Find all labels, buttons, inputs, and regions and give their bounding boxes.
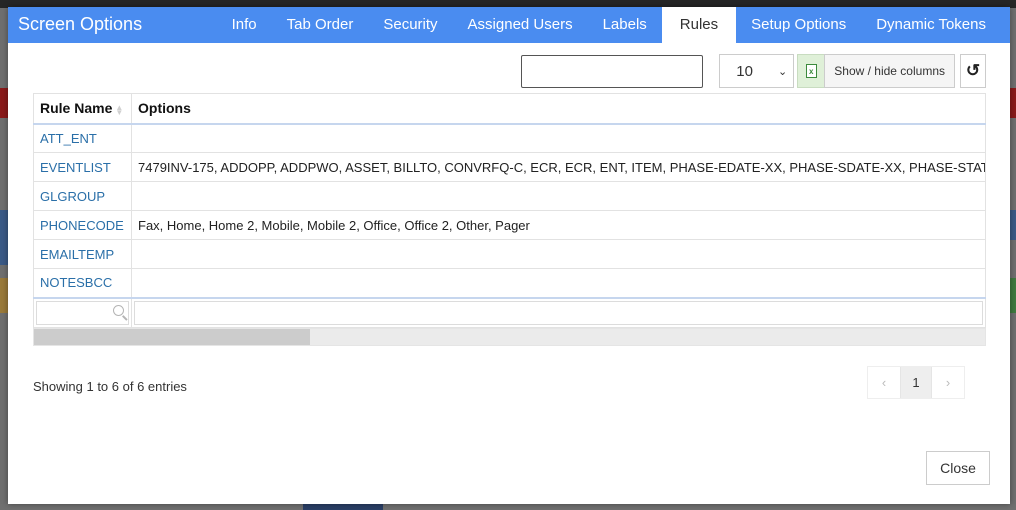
rule-name-cell[interactable]: ATT_ENT: [33, 123, 132, 153]
reset-icon: ↺: [965, 61, 981, 80]
modal-title: Screen Options: [18, 14, 143, 34]
background-bottom: [0, 504, 1016, 510]
background-banner: [0, 88, 8, 118]
tab-bar: Info Tab Order Security Assigned Users L…: [217, 7, 1010, 43]
page-button-1[interactable]: 1: [900, 367, 932, 398]
sort-icon: ▲ ▼: [115, 102, 124, 117]
tab-setup-options[interactable]: Setup Options: [736, 7, 861, 43]
table-row: EVENTLIST 7479INV-175, ADDOPP, ADDPWO, A…: [33, 152, 986, 182]
tab-labels[interactable]: Labels: [588, 7, 662, 43]
table-row: GLGROUP: [33, 181, 986, 211]
options-cell: [131, 123, 986, 153]
rule-name-cell[interactable]: PHONECODE: [33, 210, 132, 240]
rule-name-cell[interactable]: GLGROUP: [33, 181, 132, 211]
rules-table-container: Rule Name ▲ ▼ Options ATT_ENT EVENTLIST 74…: [33, 93, 986, 346]
excel-export-icon: x: [805, 64, 817, 78]
horizontal-scrollbar[interactable]: [33, 328, 986, 346]
search-icon: [113, 304, 124, 316]
rule-name-cell[interactable]: EVENTLIST: [33, 152, 132, 182]
tab-info[interactable]: Info: [217, 7, 272, 43]
previous-page-button[interactable]: ‹: [868, 367, 900, 398]
table-row: ATT_ENT: [33, 123, 986, 153]
background-panel-right: [1010, 210, 1016, 240]
filter-cell: [33, 297, 132, 328]
rule-name-filter-input[interactable]: [36, 300, 129, 325]
filter-cell: [131, 297, 986, 328]
table-row: PHONECODE Fax, Home, Home 2, Mobile, Mob…: [33, 210, 986, 240]
column-header-rule-name[interactable]: Rule Name ▲ ▼: [33, 93, 132, 125]
options-cell: [131, 239, 986, 269]
screen-options-modal: Screen Options Info Tab Order Security A…: [8, 7, 1010, 504]
tab-rules[interactable]: Rules: [661, 7, 737, 43]
tab-assigned-users[interactable]: Assigned Users: [453, 7, 588, 43]
options-cell: Fax, Home, Home 2, Mobile, Mobile 2, Off…: [131, 210, 986, 240]
options-filter-input[interactable]: [134, 300, 983, 325]
rule-name-cell[interactable]: EMAILTEMP: [33, 239, 132, 269]
page-length-select[interactable]: 10 ⌄: [719, 54, 795, 88]
excel-export-button[interactable]: x: [797, 54, 825, 88]
modal-header: Screen Options Info Tab Order Security A…: [8, 7, 1010, 43]
close-button[interactable]: Close: [926, 451, 990, 485]
pagination: ‹ 1 ›: [867, 366, 965, 399]
reset-button[interactable]: ↺: [960, 54, 986, 88]
tab-security[interactable]: Security: [368, 7, 452, 43]
rules-table: Rule Name ▲ ▼ Options ATT_ENT EVENTLIST 74…: [33, 93, 986, 328]
table-search-input[interactable]: [521, 54, 704, 88]
options-cell: 7479INV-175, ADDOPP, ADDPWO, ASSET, BILL…: [131, 152, 986, 182]
table-header-row: Rule Name ▲ ▼ Options: [33, 93, 986, 125]
filter-row: [33, 297, 986, 328]
rule-name-cell[interactable]: NOTESBCC: [33, 268, 132, 299]
tab-tab-order[interactable]: Tab Order: [272, 7, 369, 43]
table-info: Showing 1 to 6 of 6 entries: [33, 379, 187, 394]
column-header-label: Rule Name: [40, 100, 113, 117]
options-cell: [131, 181, 986, 211]
table-row: EMAILTEMP: [33, 239, 986, 269]
options-cell: [131, 268, 986, 299]
background-panel: [0, 210, 8, 265]
background-bar: [303, 504, 383, 510]
chevron-down-icon: ⌄: [778, 65, 788, 78]
tab-dynamic-tokens[interactable]: Dynamic Tokens: [861, 7, 1010, 43]
background-strip: [0, 278, 8, 313]
table-toolbar: 10 ⌄ x Show / hide columns ↺: [521, 54, 986, 88]
column-header-options: Options: [131, 93, 986, 125]
show-hide-columns-button[interactable]: Show / hide columns: [824, 54, 955, 88]
background-strip-right: [1010, 278, 1016, 313]
next-page-button[interactable]: ›: [932, 367, 964, 398]
page-length-value: 10: [736, 62, 753, 80]
scrollbar-thumb[interactable]: [34, 329, 310, 345]
table-row: NOTESBCC: [33, 268, 986, 299]
